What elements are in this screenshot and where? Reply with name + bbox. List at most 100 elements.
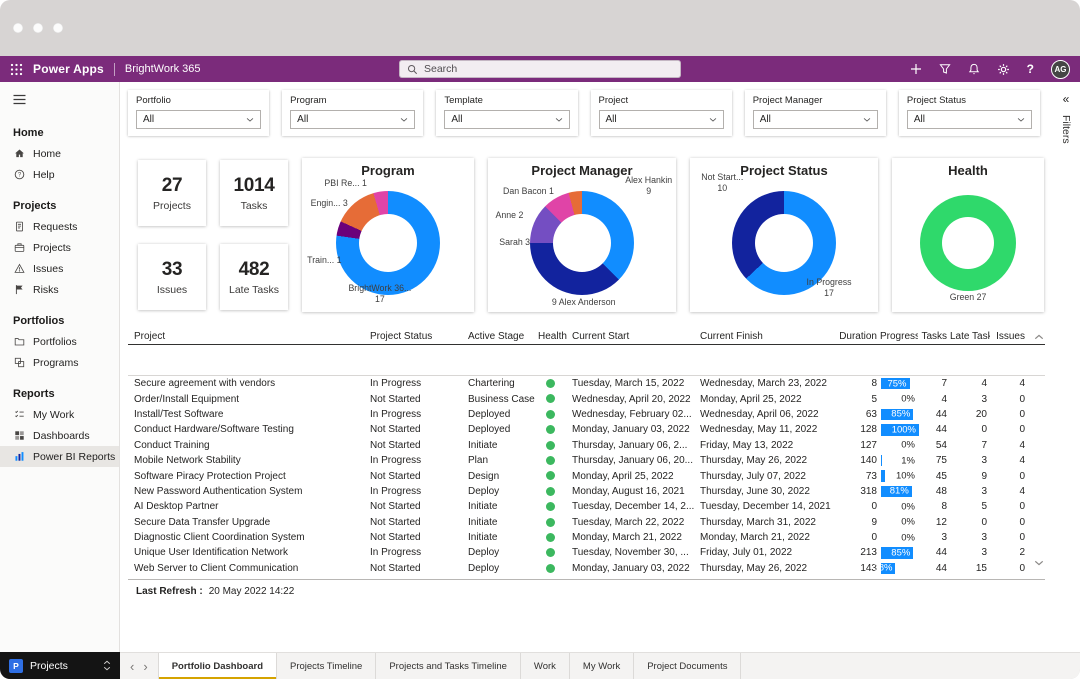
table-scroll-down-icon[interactable]	[1034, 558, 1044, 565]
sidebar-item-projects[interactable]: Projects	[0, 237, 119, 258]
column-header-current-start[interactable]: Current Start	[570, 331, 698, 342]
column-header-project[interactable]: Project	[128, 331, 368, 342]
sidebar-item-portfolios[interactable]: Portfolios	[0, 331, 119, 352]
notifications-bell-icon[interactable]	[968, 63, 980, 75]
cell-start: Thursday, January 06, 2...	[570, 440, 698, 451]
table-row[interactable]: Conduct Hardware/Software TestingNot Sta…	[128, 422, 1045, 437]
cell-progress: 81%	[880, 484, 918, 499]
sidebar-item-home[interactable]: Home	[0, 143, 119, 164]
slicer-dropdown[interactable]: All	[907, 110, 1032, 129]
hamburger-menu-icon[interactable]	[0, 82, 30, 112]
tabs-prev-icon[interactable]: ‹	[130, 660, 134, 673]
kpi-card-projects[interactable]: 27Projects	[138, 160, 206, 226]
kpi-card-tasks[interactable]: 1014Tasks	[220, 160, 288, 226]
app-switcher-label: Projects	[30, 660, 96, 672]
cell-duration: 5	[833, 394, 880, 405]
window-dot[interactable]	[33, 23, 43, 33]
report-tab-work[interactable]: Work	[521, 653, 570, 679]
filter-icon[interactable]	[939, 63, 951, 75]
search-input[interactable]: Search	[399, 60, 681, 78]
slicer-dropdown[interactable]: All	[136, 110, 261, 129]
cell-issues: 0	[990, 517, 1028, 528]
chart-card-project-status: Project StatusNot Start... 10In Progress…	[690, 158, 878, 312]
report-tab-my-work[interactable]: My Work	[570, 653, 634, 679]
column-header-project-status[interactable]: Project Status	[368, 331, 466, 342]
sidebar-item-my-work[interactable]: My Work	[0, 404, 119, 425]
donut-chart[interactable]	[920, 195, 1016, 291]
app-window: Power Apps BrightWork 365 Search ? AG	[0, 0, 1080, 679]
health-green-indicator	[546, 548, 555, 557]
column-header-late-tasks[interactable]: Late Tasks	[950, 331, 990, 342]
table-row[interactable]: Unique User Identification NetworkIn Pro…	[128, 545, 1045, 560]
table-row[interactable]: AI Desktop PartnerNot StartedInitiateTue…	[128, 499, 1045, 514]
window-dot[interactable]	[53, 23, 63, 33]
donut-chart[interactable]	[530, 191, 634, 295]
cell-progress: 10%	[880, 468, 918, 483]
table-scroll-up-icon[interactable]	[1034, 332, 1044, 339]
cell-late-tasks: 3	[950, 486, 990, 497]
cell-start: Wednesday, April 20, 2022	[570, 394, 698, 405]
sidebar-item-help[interactable]: ?Help	[0, 164, 119, 185]
progress-value: 0%	[901, 501, 915, 512]
cell-issues: 0	[990, 563, 1028, 574]
table-row[interactable]: Mobile Network StabilityIn ProgressPlanT…	[128, 453, 1045, 468]
column-header-health[interactable]: Health	[536, 331, 570, 342]
cell-duration: 127	[833, 440, 880, 451]
cell-project: Conduct Hardware/Software Testing	[128, 424, 368, 435]
table-row[interactable]: Conduct TrainingNot StartedInitiateThurs…	[128, 438, 1045, 453]
sidebar-item-dashboards[interactable]: Dashboards	[0, 425, 119, 446]
table-row[interactable]: Secure Data Transfer UpgradeNot StartedI…	[128, 515, 1045, 530]
sidebar-item-issues[interactable]: Issues	[0, 258, 119, 279]
table-row[interactable]: Diagnostic Client Coordination SystemNot…	[128, 530, 1045, 545]
report-tab-projects-and-tasks-timeline[interactable]: Projects and Tasks Timeline	[376, 653, 521, 679]
cell-start: Wednesday, February 02...	[570, 409, 698, 420]
table-row[interactable]: Software Piracy Protection ProjectNot St…	[128, 468, 1045, 483]
column-header-tasks[interactable]: Tasks	[918, 331, 950, 342]
window-dot[interactable]	[13, 23, 23, 33]
table-row[interactable]: Web Server to Client CommunicationNot St…	[128, 561, 1045, 576]
projects-table: ProjectProject StatusActive StageHealthC…	[128, 328, 1045, 576]
chevron-down-icon	[863, 117, 871, 123]
tabs-next-icon[interactable]: ›	[143, 660, 147, 673]
sidebar-item-power-bi-reports[interactable]: Power BI Reports	[0, 446, 119, 467]
environment-name[interactable]: BrightWork 365	[125, 63, 201, 75]
expand-filters-icon[interactable]: «	[1063, 92, 1070, 106]
chart-title: Health	[892, 158, 1044, 178]
kpi-card-issues[interactable]: 33Issues	[138, 244, 206, 310]
slicer-dropdown[interactable]: All	[444, 110, 569, 129]
app-name[interactable]: Power Apps	[33, 62, 104, 76]
sidebar-item-requests[interactable]: Requests	[0, 216, 119, 237]
cell-status: Not Started	[368, 563, 466, 574]
report-tab-projects-timeline[interactable]: Projects Timeline	[277, 653, 376, 679]
settings-gear-icon[interactable]	[997, 63, 1010, 76]
column-header-progress[interactable]: Progress	[880, 331, 918, 342]
progress-value: 10%	[896, 471, 915, 482]
column-header-duration[interactable]: Duration	[833, 331, 880, 342]
slicer-dropdown[interactable]: All	[599, 110, 724, 129]
help-icon[interactable]: ?	[1027, 62, 1034, 76]
cell-stage: Initiate	[466, 501, 536, 512]
cell-status: In Progress	[368, 547, 466, 558]
waffle-menu-icon[interactable]	[10, 63, 23, 76]
table-row[interactable]: New Password Authentication SystemIn Pro…	[128, 484, 1045, 499]
column-header-active-stage[interactable]: Active Stage	[466, 331, 536, 342]
sidebar-item-risks[interactable]: Risks	[0, 279, 119, 300]
cell-stage: Deploy	[466, 486, 536, 497]
sidebar-item-programs[interactable]: Programs	[0, 352, 119, 373]
cell-tasks: 8	[918, 501, 950, 512]
report-tab-portfolio-dashboard[interactable]: Portfolio Dashboard	[158, 653, 277, 679]
slicer-dropdown[interactable]: All	[753, 110, 878, 129]
avatar[interactable]: AG	[1051, 60, 1070, 79]
column-header-current-finish[interactable]: Current Finish	[698, 331, 833, 342]
report-tab-project-documents[interactable]: Project Documents	[634, 653, 741, 679]
environment-switcher[interactable]: P Projects	[0, 652, 120, 679]
table-row[interactable]: Secure agreement with vendorsIn Progress…	[128, 376, 1045, 391]
kpi-card-late-tasks[interactable]: 482Late Tasks	[220, 244, 288, 310]
column-header-issues[interactable]: Issues	[990, 331, 1028, 342]
cell-tasks: 4	[918, 394, 950, 405]
table-row[interactable]: Install/Test SoftwareIn ProgressDeployed…	[128, 407, 1045, 422]
add-icon[interactable]	[910, 63, 922, 75]
donut-chart[interactable]	[336, 191, 440, 295]
slicer-dropdown[interactable]: All	[290, 110, 415, 129]
table-row[interactable]: Order/Install EquipmentNot StartedBusine…	[128, 391, 1045, 406]
